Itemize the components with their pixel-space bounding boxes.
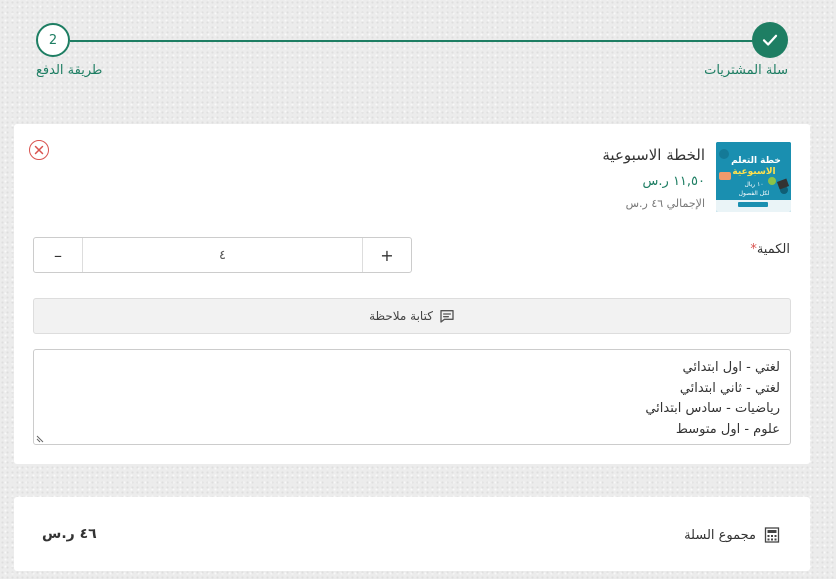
- quantity-label-text: الكمية: [756, 242, 790, 257]
- quantity-input[interactable]: [83, 238, 362, 272]
- write-note-label: كتابة ملاحظة: [369, 309, 433, 323]
- calculator-icon: [764, 527, 780, 543]
- resize-handle-icon[interactable]: [36, 435, 44, 443]
- step-2-label[interactable]: طريقة الدفع: [36, 63, 102, 78]
- check-icon: [762, 34, 778, 46]
- product-title[interactable]: الخطة الاسبوعية: [602, 146, 705, 164]
- cart-summary-card: مجموع السلة ٤٦ ر.س: [14, 497, 810, 571]
- product-unit-price: ١١,٥٠ ر.س: [642, 174, 705, 189]
- cart-total-value: ٤٦ ر.س: [42, 526, 97, 542]
- thumb-line2: الاسبوعية: [732, 167, 775, 177]
- thumb-line3: لكل الفصول: [739, 190, 770, 197]
- remove-item-button[interactable]: [29, 140, 49, 160]
- note-textarea[interactable]: لغتي - اول ابتدائي لغتي - ثاني ابتدائي ر…: [33, 349, 791, 445]
- quantity-label: الكمية*: [750, 242, 790, 257]
- checkout-stepper: 2 سلة المشتريات طريقة الدفع: [0, 0, 836, 110]
- quantity-stepper: – +: [33, 237, 412, 273]
- quantity-increase-button[interactable]: +: [362, 238, 411, 272]
- step-2-circle[interactable]: 2: [36, 23, 70, 57]
- product-image[interactable]: خطة التعلم الاسبوعية ١٠ ريال لكل الفصول: [716, 142, 791, 212]
- quantity-decrease-button[interactable]: –: [34, 238, 83, 272]
- product-total-price: الإجمالي ٤٦ ر.س: [625, 197, 705, 210]
- cart-total-label: مجموع السلة: [684, 527, 780, 543]
- step-1-done-circle: [752, 22, 788, 58]
- comment-icon: [440, 310, 454, 323]
- write-note-button[interactable]: كتابة ملاحظة: [33, 298, 791, 334]
- close-icon: [34, 145, 44, 155]
- cart-item-card: خطة التعلم الاسبوعية ١٠ ريال لكل الفصول …: [14, 124, 810, 464]
- thumb-badge: ١٠ ريال: [744, 181, 763, 188]
- stepper-line: [70, 40, 754, 42]
- cart-total-label-text: مجموع السلة: [684, 527, 756, 543]
- thumb-line1: خطة التعلم: [731, 156, 781, 166]
- step-1-label: سلة المشتريات: [704, 63, 788, 78]
